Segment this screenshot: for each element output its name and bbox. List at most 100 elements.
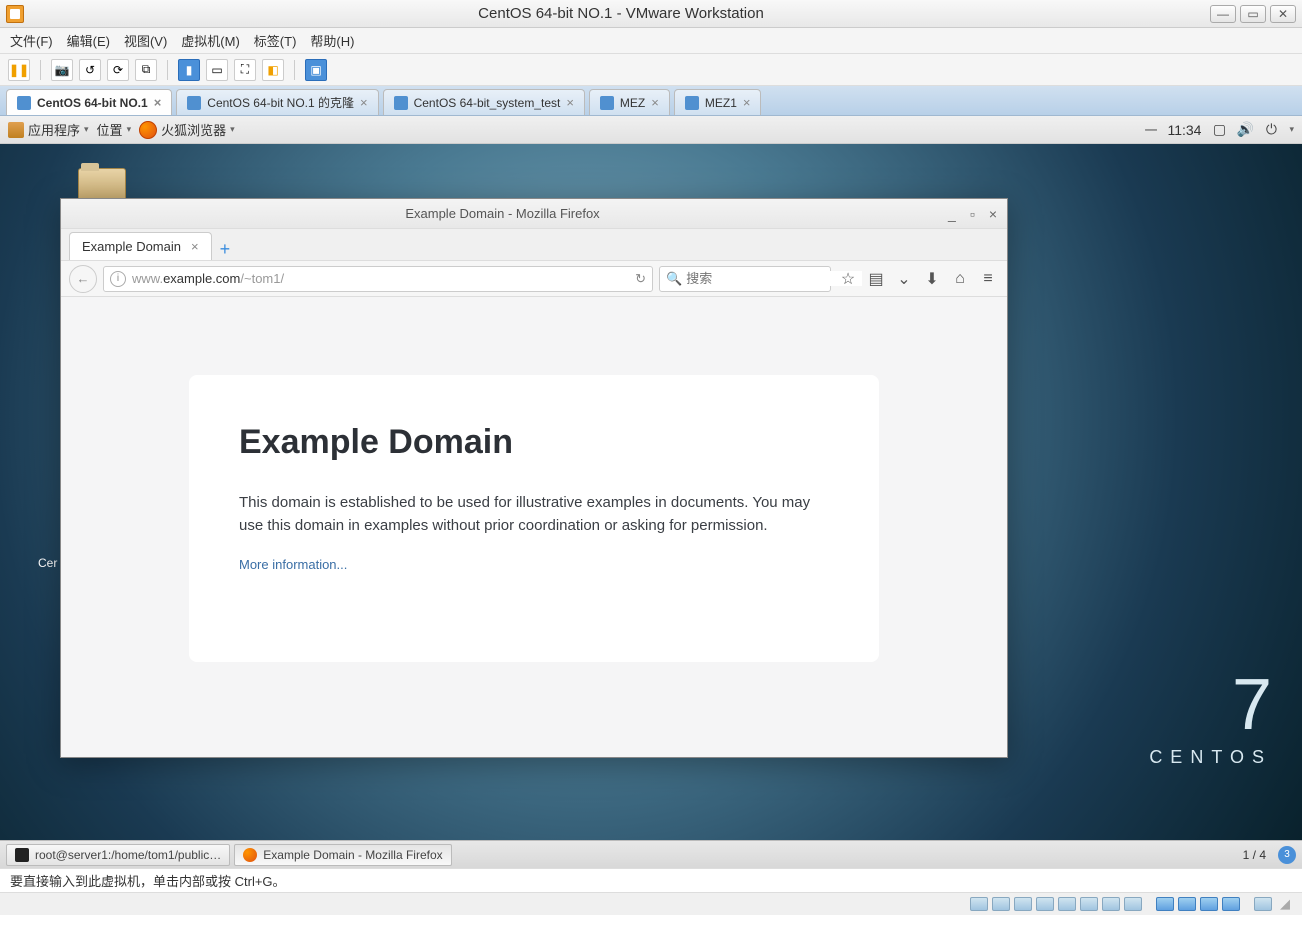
maximize-button[interactable]: ▫	[970, 206, 975, 222]
pocket-icon[interactable]: ⌄	[893, 268, 915, 290]
snapshot-mgr-button[interactable]: ⧉	[135, 59, 157, 81]
applications-menu[interactable]: 应用程序▾	[8, 120, 89, 139]
power-icon[interactable]: ⏻	[1263, 122, 1279, 138]
minimize-button[interactable]: _	[948, 206, 956, 222]
vmware-hint-bar: 要直接输入到此虚拟机，单击内部或按 Ctrl+G。	[0, 868, 1302, 892]
back-button[interactable]: ←	[69, 265, 97, 293]
taskbar-firefox[interactable]: Example Domain - Mozilla Firefox	[234, 844, 451, 866]
chevron-down-icon[interactable]: ▾	[1289, 124, 1294, 135]
vm-icon	[600, 96, 614, 110]
device-sound-icon[interactable]	[1124, 897, 1142, 911]
menu-tabs[interactable]: 标签(T)	[254, 31, 297, 50]
url-host: example.com	[163, 271, 240, 286]
manage-snapshot-button[interactable]: ⟳	[107, 59, 129, 81]
vm-tab[interactable]: MEZ×	[589, 89, 670, 115]
search-input[interactable]	[686, 271, 862, 286]
url-bar[interactable]: i www.example.com/~tom1/ ↻	[103, 266, 653, 292]
menu-vm[interactable]: 虚拟机(M)	[181, 31, 240, 50]
tab-close-icon[interactable]: ×	[191, 239, 199, 254]
new-tab-button[interactable]: +	[220, 239, 231, 260]
notification-badge[interactable]: 3	[1278, 846, 1296, 864]
vm-tab[interactable]: CentOS 64-bit NO.1×	[6, 89, 172, 115]
close-button[interactable]: ×	[989, 206, 997, 222]
stretch-button[interactable]: ▭	[206, 59, 228, 81]
close-button[interactable]: ✕	[1270, 5, 1296, 23]
snapshot-button[interactable]: 📷	[51, 59, 73, 81]
chevron-down-icon: ▾	[127, 124, 132, 135]
close-icon[interactable]: ×	[566, 95, 574, 110]
close-icon[interactable]: ×	[154, 95, 162, 110]
browser-tab[interactable]: Example Domain ×	[69, 232, 212, 260]
console-view-button[interactable]: ▮	[178, 59, 200, 81]
close-icon[interactable]: ×	[743, 95, 751, 110]
minimize-button[interactable]: —	[1210, 5, 1236, 23]
places-menu[interactable]: 位置 ▾	[97, 120, 132, 139]
device-printer-icon[interactable]	[1200, 897, 1218, 911]
menu-hamburger-icon[interactable]: ≡	[977, 268, 999, 290]
vmware-titlebar: CentOS 64-bit NO.1 - VMware Workstation …	[0, 0, 1302, 28]
library-icon[interactable]: ▤	[865, 268, 887, 290]
separator	[294, 60, 295, 80]
workspace-pager[interactable]: 1 / 4	[1243, 848, 1266, 862]
pause-vm-button[interactable]: ❚❚	[8, 59, 30, 81]
places-label: 位置	[97, 120, 123, 139]
close-icon[interactable]: ×	[651, 95, 659, 110]
vm-tab[interactable]: MEZ1 ×	[674, 89, 762, 115]
firefox-content-area[interactable]: Example Domain This domain is establishe…	[61, 297, 1007, 757]
device-harddisk-icon[interactable]	[970, 897, 988, 911]
vm-tab-label: MEZ1	[705, 96, 737, 110]
close-icon[interactable]: ×	[360, 95, 368, 110]
chevron-down-icon: ▾	[84, 124, 89, 135]
vm-icon	[187, 96, 201, 110]
clock-day: 一	[1144, 120, 1157, 139]
firefox-window-title: Example Domain - Mozilla Firefox	[71, 206, 934, 221]
page-heading: Example Domain	[239, 423, 829, 462]
device-usb-icon[interactable]	[1102, 897, 1120, 911]
maximize-button[interactable]: ▭	[1240, 5, 1266, 23]
device-floppy-icon[interactable]	[1080, 897, 1098, 911]
page-paragraph: This domain is established to be used fo…	[239, 492, 829, 537]
menu-file[interactable]: 文件(F)	[10, 31, 53, 50]
device-harddisk-icon[interactable]	[992, 897, 1010, 911]
firefox-window: Example Domain - Mozilla Firefox _ ▫ × E…	[60, 198, 1008, 758]
bookmark-star-icon[interactable]: ☆	[837, 268, 859, 290]
unity-button[interactable]: ◧	[262, 59, 284, 81]
menu-view[interactable]: 视图(V)	[124, 31, 167, 50]
input-hint-text: 要直接输入到此虚拟机，单击内部或按 Ctrl+G。	[10, 871, 286, 890]
firefox-icon	[139, 121, 157, 139]
menu-help[interactable]: 帮助(H)	[310, 31, 354, 50]
taskbar-terminal[interactable]: root@server1:/home/tom1/public…	[6, 844, 230, 866]
home-icon[interactable]: ⌂	[949, 268, 971, 290]
volume-icon[interactable]: 🔊	[1237, 122, 1253, 138]
more-info-link[interactable]: More information...	[239, 557, 347, 572]
menu-edit[interactable]: 编辑(E)	[67, 31, 110, 50]
firefox-launcher[interactable]: 火狐浏览器▾	[139, 120, 235, 139]
device-display-icon[interactable]	[1222, 897, 1240, 911]
apps-grid-icon	[8, 122, 24, 138]
device-cdrom-icon[interactable]	[1058, 897, 1076, 911]
vm-tab[interactable]: CentOS 64-bit_system_test×	[383, 89, 585, 115]
downloads-icon[interactable]: ⬇	[921, 268, 943, 290]
device-network-icon[interactable]	[1178, 897, 1196, 911]
revert-button[interactable]: ↺	[79, 59, 101, 81]
vmware-menubar: 文件(F) 编辑(E) 视图(V) 虚拟机(M) 标签(T) 帮助(H)	[0, 28, 1302, 54]
vm-tab[interactable]: CentOS 64-bit NO.1 的克隆×	[176, 89, 378, 115]
clock-time[interactable]: 11:34	[1167, 122, 1201, 138]
device-harddisk-icon[interactable]	[1036, 897, 1054, 911]
vm-tabs-row: CentOS 64-bit NO.1× CentOS 64-bit NO.1 的…	[0, 86, 1302, 116]
device-network-icon[interactable]	[1156, 897, 1174, 911]
device-harddisk-icon[interactable]	[1014, 897, 1032, 911]
site-info-icon[interactable]: i	[110, 271, 126, 287]
fullscreen-button[interactable]: ⛶	[234, 59, 256, 81]
show-console-button[interactable]: ▣	[305, 59, 327, 81]
centos-version: 7	[1149, 669, 1272, 741]
display-icon[interactable]: ▢	[1211, 122, 1227, 138]
search-bar[interactable]: 🔍	[659, 266, 831, 292]
guest-desktop[interactable]: 应用程序▾ 位置▾ 火狐浏览器▾ 一 11:34 ▢ 🔊 ⏻ ▾ Cer 7 C…	[0, 116, 1302, 868]
reload-icon[interactable]: ↻	[635, 271, 646, 287]
tab-title: Example Domain	[82, 239, 181, 254]
device-message-icon[interactable]	[1254, 897, 1272, 911]
resize-grip-icon[interactable]: ◢	[1276, 897, 1294, 911]
firefox-launcher-label: 火狐浏览器	[161, 120, 226, 139]
taskbar-firefox-label: Example Domain - Mozilla Firefox	[263, 848, 442, 862]
